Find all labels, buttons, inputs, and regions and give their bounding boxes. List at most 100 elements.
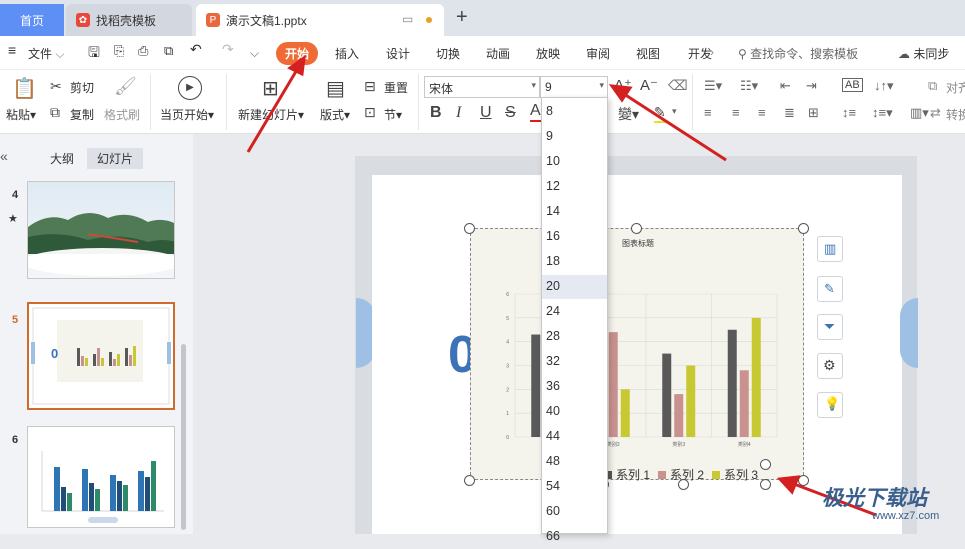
decrease-indent-icon[interactable]: ⇤: [780, 78, 791, 94]
command-search[interactable]: ⚲ 查找命令、搜索模板: [738, 45, 858, 62]
cut-button[interactable]: 剪切: [70, 79, 94, 96]
reset-icon[interactable]: ⊟: [364, 78, 376, 95]
slide-thumbnail-6[interactable]: [27, 426, 175, 528]
tab-document[interactable]: P 演示文稿1.pptx ▭: [196, 4, 444, 36]
font-size-dropdown[interactable]: 8 9 10 12 14 16 18 20 24 28 32 36 40 44 48 54 60 66: [541, 97, 608, 543]
legend-handle[interactable]: [760, 479, 771, 490]
line-spacing-icon[interactable]: ↕≡: [842, 105, 856, 120]
font-size-option[interactable]: 32: [542, 350, 607, 374]
menu-animation[interactable]: 动画: [486, 45, 510, 62]
resize-handle[interactable]: [798, 223, 809, 234]
section-button[interactable]: 节▾: [384, 106, 402, 123]
paragraph-spacing-icon[interactable]: ↕≡▾: [872, 105, 893, 121]
format-painter-icon[interactable]: 🖌: [114, 76, 137, 97]
font-size-option[interactable]: 8: [542, 100, 607, 124]
italic-icon[interactable]: I: [456, 104, 461, 122]
font-size-option[interactable]: 66: [542, 525, 607, 549]
sync-status[interactable]: ☁ 未同步: [898, 45, 949, 62]
resize-handle[interactable]: [631, 223, 642, 234]
underline-icon[interactable]: U: [480, 104, 492, 122]
resize-handle[interactable]: [464, 475, 475, 486]
sort-icon[interactable]: ↓↑▾: [874, 78, 894, 94]
strikethrough-icon[interactable]: S: [505, 104, 516, 122]
panel-scrollbar[interactable]: [181, 344, 186, 530]
resize-handle[interactable]: [798, 475, 809, 486]
chevron-down-icon[interactable]: ▾: [672, 106, 677, 117]
new-slide-icon[interactable]: ⊞: [262, 76, 279, 101]
menu-developer[interactable]: 开发: [688, 45, 712, 62]
font-size-option[interactable]: 20: [542, 275, 607, 299]
print-icon[interactable]: ⎙: [138, 43, 148, 59]
font-name-select[interactable]: 宋体 ▾: [424, 76, 540, 98]
slide-thumbnail-5[interactable]: 0: [27, 302, 175, 410]
align-left-icon[interactable]: ≡: [704, 105, 712, 120]
chart-style-button[interactable]: ✎: [817, 276, 843, 302]
menu-start[interactable]: 开始: [276, 42, 319, 65]
align-right-icon[interactable]: ≡: [758, 105, 766, 120]
distribute-icon[interactable]: ⊞: [808, 105, 819, 121]
collapse-panel-icon[interactable]: «: [0, 148, 8, 164]
font-color-icon[interactable]: A: [530, 102, 541, 122]
bullets-icon[interactable]: ☰▾: [704, 78, 722, 94]
layout-icon[interactable]: ▤: [326, 76, 345, 101]
copy-button[interactable]: 复制: [70, 106, 94, 123]
chart-filter-button[interactable]: ⏷: [817, 314, 843, 340]
format-painter-button[interactable]: 格式刷: [104, 106, 140, 123]
copy-icon[interactable]: ⧉: [50, 104, 60, 121]
section-icon[interactable]: ⊡: [364, 104, 376, 121]
reset-button[interactable]: 重置: [384, 79, 408, 96]
menu-view[interactable]: 视图: [636, 45, 660, 62]
font-size-option[interactable]: 10: [542, 150, 607, 174]
font-size-option[interactable]: 28: [542, 325, 607, 349]
menu-slideshow[interactable]: 放映: [536, 45, 560, 62]
scissors-icon[interactable]: ✂: [50, 78, 62, 95]
legend-handle[interactable]: [678, 479, 689, 490]
font-size-option[interactable]: 9: [542, 125, 607, 149]
menu-transition[interactable]: 切换: [436, 45, 460, 62]
tab-slides[interactable]: 幻灯片: [87, 148, 144, 169]
tab-outline[interactable]: 大纲: [50, 150, 74, 167]
chart-settings-button[interactable]: ⚙: [817, 353, 843, 379]
menu-insert[interactable]: 插入: [335, 45, 359, 62]
menu-scroll-right-icon[interactable]: ›: [710, 45, 714, 59]
font-size-option[interactable]: 18: [542, 250, 607, 274]
decrease-font-icon[interactable]: A⁻: [640, 76, 658, 94]
font-size-option[interactable]: 40: [542, 400, 607, 424]
export-icon[interactable]: ⎘: [114, 43, 124, 59]
hamburger-menu-icon[interactable]: ≡: [8, 42, 16, 58]
redo-icon[interactable]: ↷: [222, 41, 234, 58]
justify-icon[interactable]: ≣: [784, 105, 795, 121]
font-size-option[interactable]: 14: [542, 200, 607, 224]
font-size-option[interactable]: 24: [542, 300, 607, 324]
chart-object[interactable]: 图表标题 6543210类别1类别2类别3类别4: [470, 228, 804, 480]
align-objects-icon[interactable]: ⧉: [928, 78, 937, 94]
menu-design[interactable]: 设计: [386, 45, 410, 62]
resize-handle[interactable]: [464, 223, 475, 234]
convert-icon[interactable]: ⇄: [930, 105, 941, 121]
bold-icon[interactable]: B: [430, 104, 442, 122]
increase-font-icon[interactable]: A⁺: [614, 76, 632, 94]
font-size-option[interactable]: 16: [542, 225, 607, 249]
font-size-option[interactable]: 44: [542, 425, 607, 449]
smart-suggest-button[interactable]: 💡: [817, 392, 843, 418]
font-size-input[interactable]: 9 ▾: [540, 76, 608, 98]
legend-handle[interactable]: [760, 459, 771, 470]
paste-icon[interactable]: 📋: [12, 76, 37, 101]
chart-elements-button[interactable]: ▥: [817, 236, 843, 262]
align-button[interactable]: 对齐: [946, 79, 965, 96]
layout-button[interactable]: 版式▾: [320, 106, 350, 123]
play-from-current-button[interactable]: 当页开始▾: [160, 106, 214, 123]
file-menu[interactable]: 文件 ⌵: [28, 45, 64, 62]
paste-button[interactable]: 粘贴▾: [6, 106, 36, 123]
slide-thumbnail-4[interactable]: [27, 181, 175, 279]
phonetic-guide-icon[interactable]: 變▾: [618, 104, 639, 124]
font-size-option[interactable]: 54: [542, 475, 607, 499]
increase-indent-icon[interactable]: ⇥: [806, 78, 817, 94]
convert-button[interactable]: 转换: [946, 106, 965, 123]
highlight-icon[interactable]: ✎: [654, 104, 666, 123]
columns-icon[interactable]: ▥▾: [910, 105, 929, 121]
save-icon[interactable]: 🖫: [88, 42, 100, 66]
add-tab-button[interactable]: +: [456, 6, 468, 29]
numbering-icon[interactable]: ☷▾: [740, 78, 758, 94]
font-size-option[interactable]: 60: [542, 500, 607, 524]
